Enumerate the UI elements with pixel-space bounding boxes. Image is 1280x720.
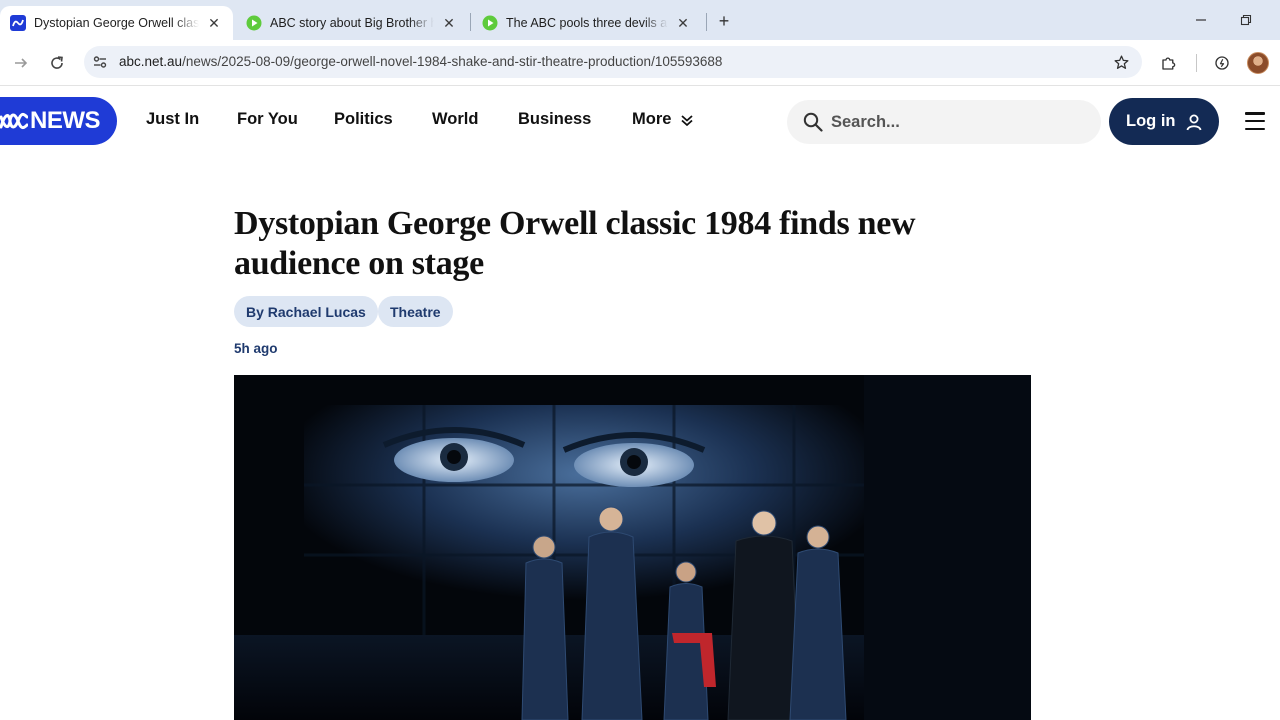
byline-pill[interactable]: By Rachael Lucas (234, 296, 378, 327)
green-play-favicon-icon (482, 15, 498, 31)
site-settings-icon[interactable] (92, 54, 108, 70)
address-bar[interactable]: abc.net.au/news/2025-08-09/george-orwell… (84, 46, 1142, 78)
published-time: 5h ago (234, 341, 278, 356)
article-headline: Dystopian George Orwell classic 1984 fin… (234, 205, 916, 282)
tab-title: ABC story about Big Brother house (270, 16, 434, 30)
nav-more-label: More (632, 110, 672, 128)
extensions-puzzle-icon[interactable] (1158, 52, 1180, 74)
tab-divider (706, 13, 707, 31)
tab-title: The ABC pools three devils and (506, 16, 668, 30)
nav-for-you[interactable]: For You (237, 110, 298, 129)
browser-tab-active[interactable]: Dystopian George Orwell classic 1984 fin… (0, 6, 233, 40)
category-pill[interactable]: Theatre (378, 296, 453, 327)
performance-gauge-icon[interactable] (1211, 52, 1233, 74)
hamburger-menu-icon[interactable] (1245, 112, 1265, 130)
close-tab-icon[interactable]: ✕ (674, 14, 692, 32)
abc-news-favicon-icon (10, 15, 26, 31)
abc-lissajous-icon (0, 112, 28, 130)
search-icon (803, 112, 823, 132)
double-chevron-down-icon (681, 114, 694, 126)
new-tab-button[interactable]: + (712, 10, 736, 32)
login-label: Log in (1126, 112, 1176, 130)
bookmark-star-icon[interactable] (1112, 53, 1130, 71)
login-button[interactable]: Log in (1109, 98, 1219, 145)
user-icon (1187, 114, 1202, 130)
restore-window-icon[interactable] (1224, 8, 1268, 32)
close-tab-icon[interactable]: ✕ (440, 14, 458, 32)
browser-tab-strip: Dystopian George Orwell classic 1984 fin… (0, 0, 1280, 40)
tab-divider (470, 13, 471, 31)
abc-news-logo[interactable]: NEWS (0, 97, 117, 145)
browser-tab[interactable]: The ABC pools three devils and ✕ (472, 6, 702, 40)
nav-world[interactable]: World (432, 110, 478, 129)
minimize-window-icon[interactable] (1179, 8, 1223, 32)
search-input[interactable] (831, 112, 1071, 132)
close-tab-icon[interactable]: ✕ (205, 14, 223, 32)
green-play-favicon-icon (246, 15, 262, 31)
url-path: /news/2025-08-09/george-orwell-novel-198… (182, 54, 723, 69)
url-host: abc.net.au (119, 54, 183, 69)
toolbar-divider (1196, 54, 1197, 72)
tab-title: Dystopian George Orwell classic 1984 fin… (34, 16, 199, 30)
nav-politics[interactable]: Politics (334, 110, 393, 129)
nav-more-button[interactable]: More (632, 110, 694, 129)
nav-just-in[interactable]: Just In (146, 110, 199, 129)
reload-icon[interactable] (43, 49, 71, 77)
theatre-stage-photo (234, 375, 1031, 720)
forward-arrow-icon[interactable] (7, 49, 35, 77)
url-text: abc.net.au/news/2025-08-09/george-orwell… (119, 54, 722, 69)
logo-text: NEWS (30, 107, 101, 134)
site-header: NEWS Just In For You Politics World Busi… (0, 86, 1280, 158)
nav-business[interactable]: Business (518, 110, 591, 129)
browser-toolbar: abc.net.au/news/2025-08-09/george-orwell… (0, 40, 1280, 86)
hero-image[interactable] (234, 375, 1031, 720)
site-search[interactable] (787, 100, 1101, 144)
profile-avatar[interactable] (1247, 52, 1269, 74)
browser-tab[interactable]: ABC story about Big Brother house ✕ (236, 6, 468, 40)
